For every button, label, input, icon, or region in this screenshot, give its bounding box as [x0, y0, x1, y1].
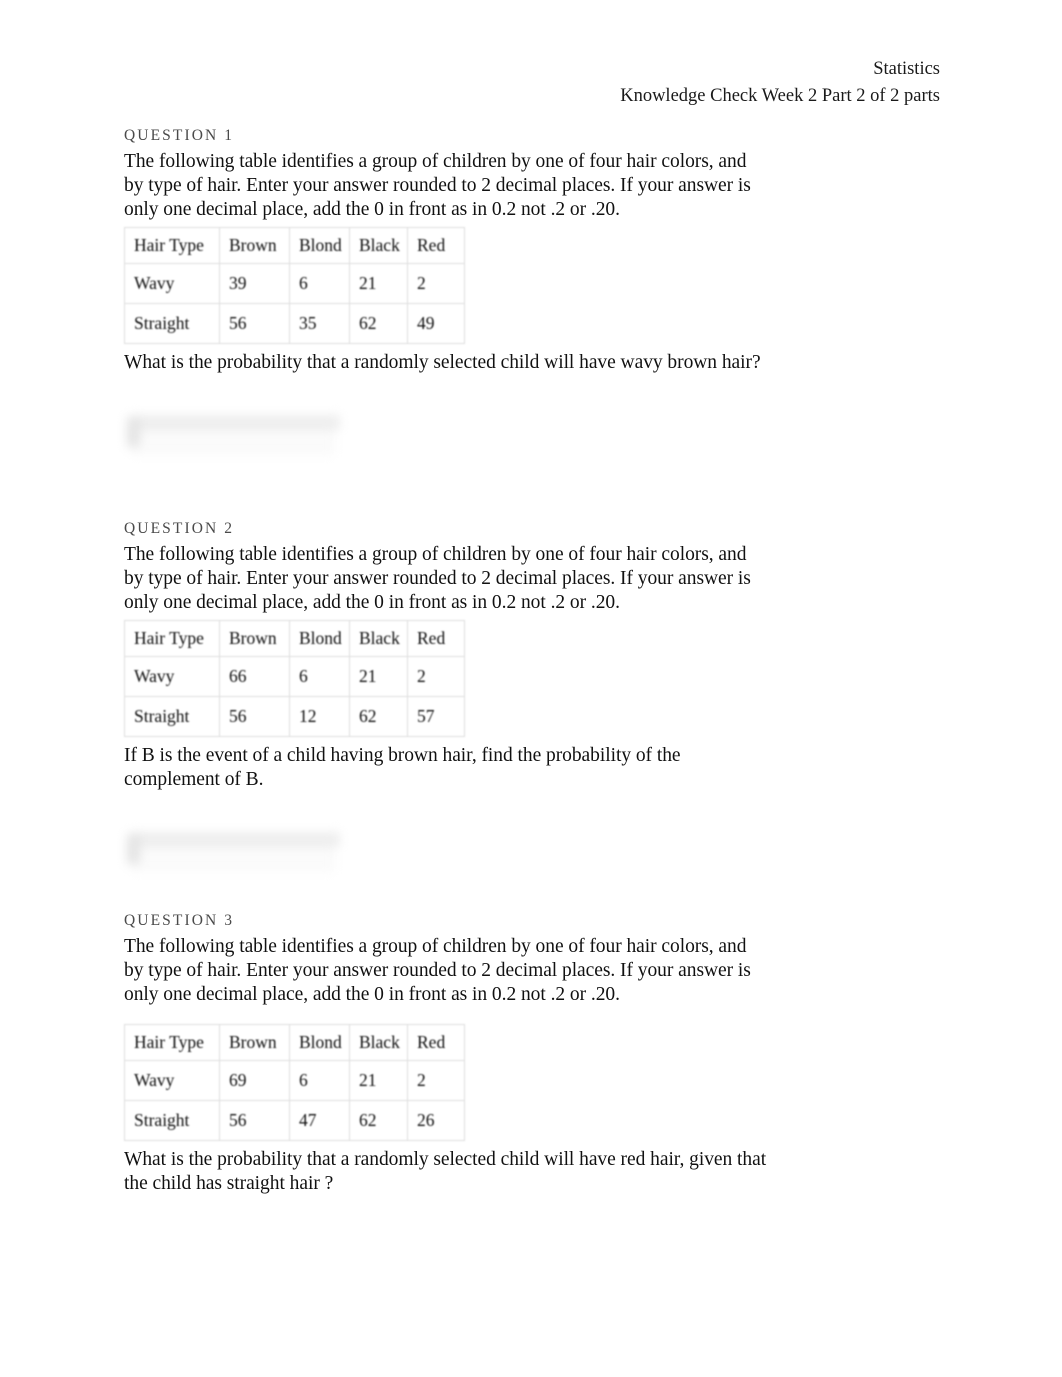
answer-input-area-1[interactable] — [124, 411, 340, 455]
table-row: Straight 56 47 62 26 — [124, 1100, 465, 1142]
table-header-row: Hair Type Brown Blond Black Red — [124, 1024, 465, 1062]
table-cell-black: 62 — [349, 696, 408, 738]
table-cell-black: 21 — [349, 656, 408, 698]
table-header-cell-blond: Blond — [289, 1024, 350, 1062]
table-cell-red: 57 — [407, 696, 465, 738]
table-cell-blond: 35 — [289, 303, 350, 345]
question-block-1: QUESTION 1 The following table identifie… — [124, 126, 954, 455]
table-cell-brown: 66 — [219, 656, 290, 698]
answer-resize-handle[interactable] — [127, 417, 140, 448]
answer-toolbar[interactable] — [132, 831, 340, 847]
table-header-cell-hairtype: Hair Type — [124, 1024, 220, 1062]
hair-table-1: Hair Type Brown Blond Black Red Wavy 39 … — [124, 227, 465, 345]
table-header-cell-blond: Blond — [289, 227, 350, 265]
table-cell-brown: 39 — [219, 263, 290, 305]
question-block-2: QUESTION 2 The following table identifie… — [124, 519, 954, 872]
question-intro-1: The following table identifies a group o… — [124, 151, 751, 220]
table-cell-black: 62 — [349, 303, 408, 345]
table-row: Wavy 69 6 21 2 — [124, 1060, 465, 1102]
table-row: Wavy 39 6 21 2 — [124, 263, 465, 305]
table-cell-red: 26 — [407, 1100, 465, 1142]
table-header-cell-black: Black — [349, 620, 408, 658]
table-cell-blond: 6 — [289, 263, 350, 305]
question-intro-3: The following table identifies a group o… — [124, 936, 751, 1005]
table-header-cell-black: Black — [349, 227, 408, 265]
question-label-1: QUESTION 1 — [124, 127, 235, 144]
hair-table-2: Hair Type Brown Blond Black Red Wavy 66 … — [124, 620, 465, 738]
table-cell-red: 2 — [407, 263, 465, 305]
table-cell-brown: 56 — [219, 1100, 290, 1142]
table-header-row: Hair Type Brown Blond Black Red — [124, 620, 465, 658]
answer-input-2[interactable] — [132, 846, 334, 871]
table-header-cell-hairtype: Hair Type — [124, 227, 220, 265]
table-cell-blond: 47 — [289, 1100, 350, 1142]
question-prompt-1: What is the probability that a randomly … — [124, 352, 761, 374]
table-header-row: Hair Type Brown Blond Black Red — [124, 227, 465, 265]
question-label-2: QUESTION 2 — [124, 520, 235, 537]
table-header-cell-red: Red — [407, 620, 465, 658]
table-header-cell-brown: Brown — [219, 227, 290, 265]
table-row: Straight 56 35 62 49 — [124, 303, 465, 345]
table-cell-brown: 56 — [219, 303, 290, 345]
table-header-cell-brown: Brown — [219, 620, 290, 658]
table-header-cell-blond: Blond — [289, 620, 350, 658]
answer-input-area-2[interactable] — [124, 828, 340, 872]
answer-input-1[interactable] — [132, 430, 334, 455]
question-block-3: QUESTION 3 The following table identifie… — [124, 911, 954, 1196]
table-cell-brown: 69 — [219, 1060, 290, 1102]
hair-table-wrapper-2: Hair Type Brown Blond Black Red Wavy 66 … — [124, 620, 465, 738]
table-cell-red: 2 — [407, 1060, 465, 1102]
hair-table-wrapper-3: Hair Type Brown Blond Black Red Wavy 69 … — [124, 1024, 465, 1142]
hair-table-wrapper-1: Hair Type Brown Blond Black Red Wavy 39 … — [124, 227, 465, 345]
table-cell-red: 49 — [407, 303, 465, 345]
answer-resize-handle[interactable] — [127, 833, 140, 864]
table-cell-blond: 12 — [289, 696, 350, 738]
table-row: Straight 56 12 62 57 — [124, 696, 465, 738]
table-cell-blond: 6 — [289, 656, 350, 698]
table-cell-type: Wavy — [124, 656, 220, 698]
table-header-cell-hairtype: Hair Type — [124, 620, 220, 658]
question-intro-2: The following table identifies a group o… — [124, 544, 751, 613]
table-cell-type: Wavy — [124, 1060, 220, 1102]
table-cell-black: 21 — [349, 263, 408, 305]
answer-toolbar[interactable] — [132, 415, 340, 431]
table-cell-type: Straight — [124, 696, 220, 738]
header-course-title: Statistics — [873, 59, 940, 79]
table-header-cell-brown: Brown — [219, 1024, 290, 1062]
question-prompt-3: What is the probability that a randomly … — [124, 1149, 767, 1195]
table-header-cell-red: Red — [407, 1024, 465, 1062]
question-prompt-2: If B is the event of a child having brow… — [124, 745, 681, 791]
table-cell-type: Straight — [124, 303, 220, 345]
table-cell-type: Straight — [124, 1100, 220, 1142]
table-cell-brown: 56 — [219, 696, 290, 738]
table-cell-black: 62 — [349, 1100, 408, 1142]
document-header: Statistics Knowledge Check Week 2 Part 2… — [120, 56, 940, 110]
table-cell-blond: 6 — [289, 1060, 350, 1102]
table-row: Wavy 66 6 21 2 — [124, 656, 465, 698]
hair-table-3: Hair Type Brown Blond Black Red Wavy 69 … — [124, 1024, 465, 1142]
table-header-cell-black: Black — [349, 1024, 408, 1062]
table-cell-red: 2 — [407, 656, 465, 698]
table-header-cell-red: Red — [407, 227, 465, 265]
table-cell-type: Wavy — [124, 263, 220, 305]
question-label-3: QUESTION 3 — [124, 912, 235, 929]
header-assignment-title: Knowledge Check Week 2 Part 2 of 2 parts — [620, 86, 940, 106]
table-cell-black: 21 — [349, 1060, 408, 1102]
